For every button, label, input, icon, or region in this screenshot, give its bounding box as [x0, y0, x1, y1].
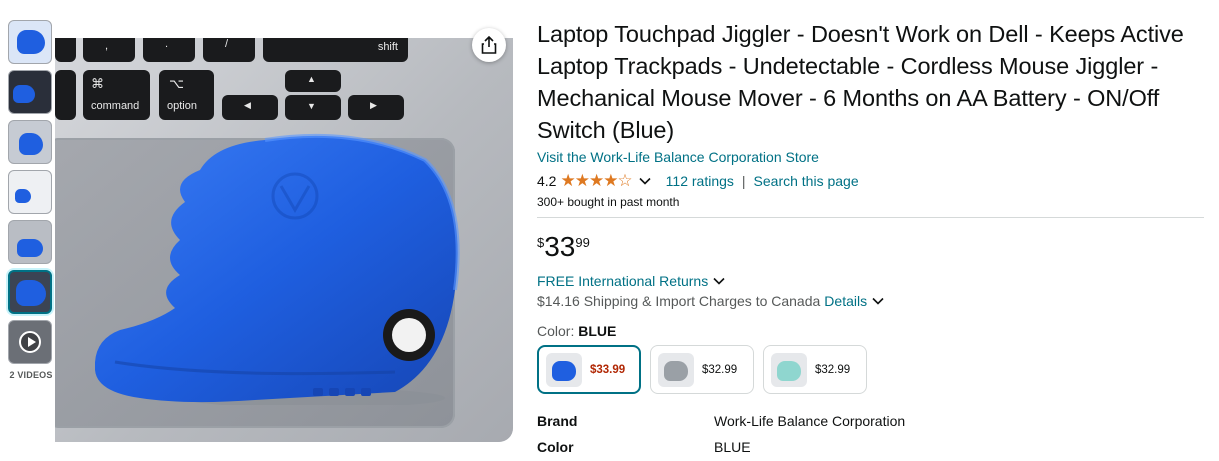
- spec-row-color: Color BLUE: [537, 434, 1207, 460]
- key-arrow-down: ▼: [285, 95, 341, 120]
- thumbnail-2[interactable]: [8, 70, 52, 114]
- color-label-key: Color:: [537, 323, 575, 339]
- thumbnail-5[interactable]: [8, 220, 52, 264]
- thumbnail-strip: 2 VIDEOS: [8, 20, 54, 380]
- swatch-image: [658, 352, 694, 387]
- thumbnail-1[interactable]: [8, 20, 52, 64]
- product-info: Laptop Touchpad Jiggler - Doesn't Work o…: [537, 18, 1207, 460]
- price: $ 33 99: [537, 233, 1207, 261]
- share-button[interactable]: [472, 28, 506, 62]
- product-specs: Brand Work-Life Balance Corporation Colo…: [537, 408, 1207, 460]
- jiggler-device: [95, 133, 460, 405]
- main-product-image[interactable]: , . / shift ⌘ command ⌥ option ◀ ▲ ▼ ▶: [55, 38, 513, 442]
- spec-key: Brand: [537, 413, 578, 429]
- spec-value: BLUE: [714, 439, 751, 455]
- product-title: Laptop Touchpad Jiggler - Doesn't Work o…: [537, 21, 1184, 143]
- spec-row-brand: Brand Work-Life Balance Corporation: [537, 408, 1207, 434]
- store-link[interactable]: Visit the Work-Life Balance Corporation …: [537, 149, 819, 165]
- returns-label: FREE International Returns: [537, 273, 709, 289]
- color-swatches: $33.99 $32.99 $32.99: [537, 345, 1207, 394]
- swatch-price: $32.99: [702, 363, 738, 376]
- shipping-details-link[interactable]: Details: [824, 293, 867, 309]
- color-label: Color: BLUE: [537, 323, 1207, 339]
- key-slash: /: [203, 38, 255, 62]
- swatch-image: [771, 352, 807, 387]
- swatch-mint[interactable]: $32.99: [763, 345, 867, 394]
- key-comma: ,: [83, 38, 135, 62]
- shipping-info: $14.16 Shipping & Import Charges to Cana…: [537, 293, 1207, 309]
- swatch-blue[interactable]: $33.99: [537, 345, 641, 394]
- search-page-link[interactable]: Search this page: [754, 173, 859, 189]
- rating-value: 4.2: [537, 173, 557, 189]
- thumbnail-3[interactable]: [8, 120, 52, 164]
- price-fraction: 99: [575, 235, 590, 250]
- thumbnail-6-selected[interactable]: [8, 270, 52, 314]
- thumbnail-4[interactable]: [8, 170, 52, 214]
- price-symbol: $: [537, 235, 545, 250]
- price-whole: 33: [544, 231, 576, 262]
- swatch-price: $33.99: [590, 363, 626, 376]
- divider: [537, 217, 1204, 218]
- key-option: ⌥ option: [159, 70, 214, 120]
- rating-row: 4.2 ★★★★☆ 112 ratings | Search this page: [537, 172, 1207, 190]
- free-returns-link[interactable]: FREE International Returns: [537, 273, 1207, 289]
- key-partial: [55, 38, 76, 62]
- video-thumbnail[interactable]: [8, 320, 52, 364]
- swatch-price: $32.99: [815, 363, 851, 376]
- key-arrow-up: ▲: [285, 70, 341, 92]
- key-command: ⌘ command: [83, 70, 150, 120]
- key-arrow-right: ▶: [348, 95, 404, 120]
- swatch-gray[interactable]: $32.99: [650, 345, 754, 394]
- videos-count-label: 2 VIDEOS: [9, 370, 53, 380]
- swatch-image: [546, 352, 582, 387]
- ratings-count-link[interactable]: 112 ratings: [666, 173, 734, 189]
- bought-count: 300+ bought in past month: [537, 195, 680, 209]
- key-shift: shift: [263, 38, 408, 62]
- key-period: .: [143, 38, 195, 62]
- shipping-text: $14.16 Shipping & Import Charges to Cana…: [537, 293, 821, 309]
- star-rating-icon[interactable]: ★★★★☆: [560, 172, 632, 189]
- spec-value: Work-Life Balance Corporation: [714, 413, 906, 429]
- separator: |: [741, 173, 746, 189]
- chevron-down-icon: [713, 277, 725, 285]
- key-partial-2: [55, 70, 76, 120]
- play-icon: [19, 331, 41, 353]
- key-arrow-left: ◀: [222, 95, 278, 120]
- chevron-down-icon[interactable]: [870, 294, 886, 308]
- share-icon: [481, 36, 497, 54]
- spec-key: Color: [537, 439, 574, 455]
- chevron-down-icon[interactable]: [638, 174, 652, 188]
- color-label-value: BLUE: [578, 323, 617, 339]
